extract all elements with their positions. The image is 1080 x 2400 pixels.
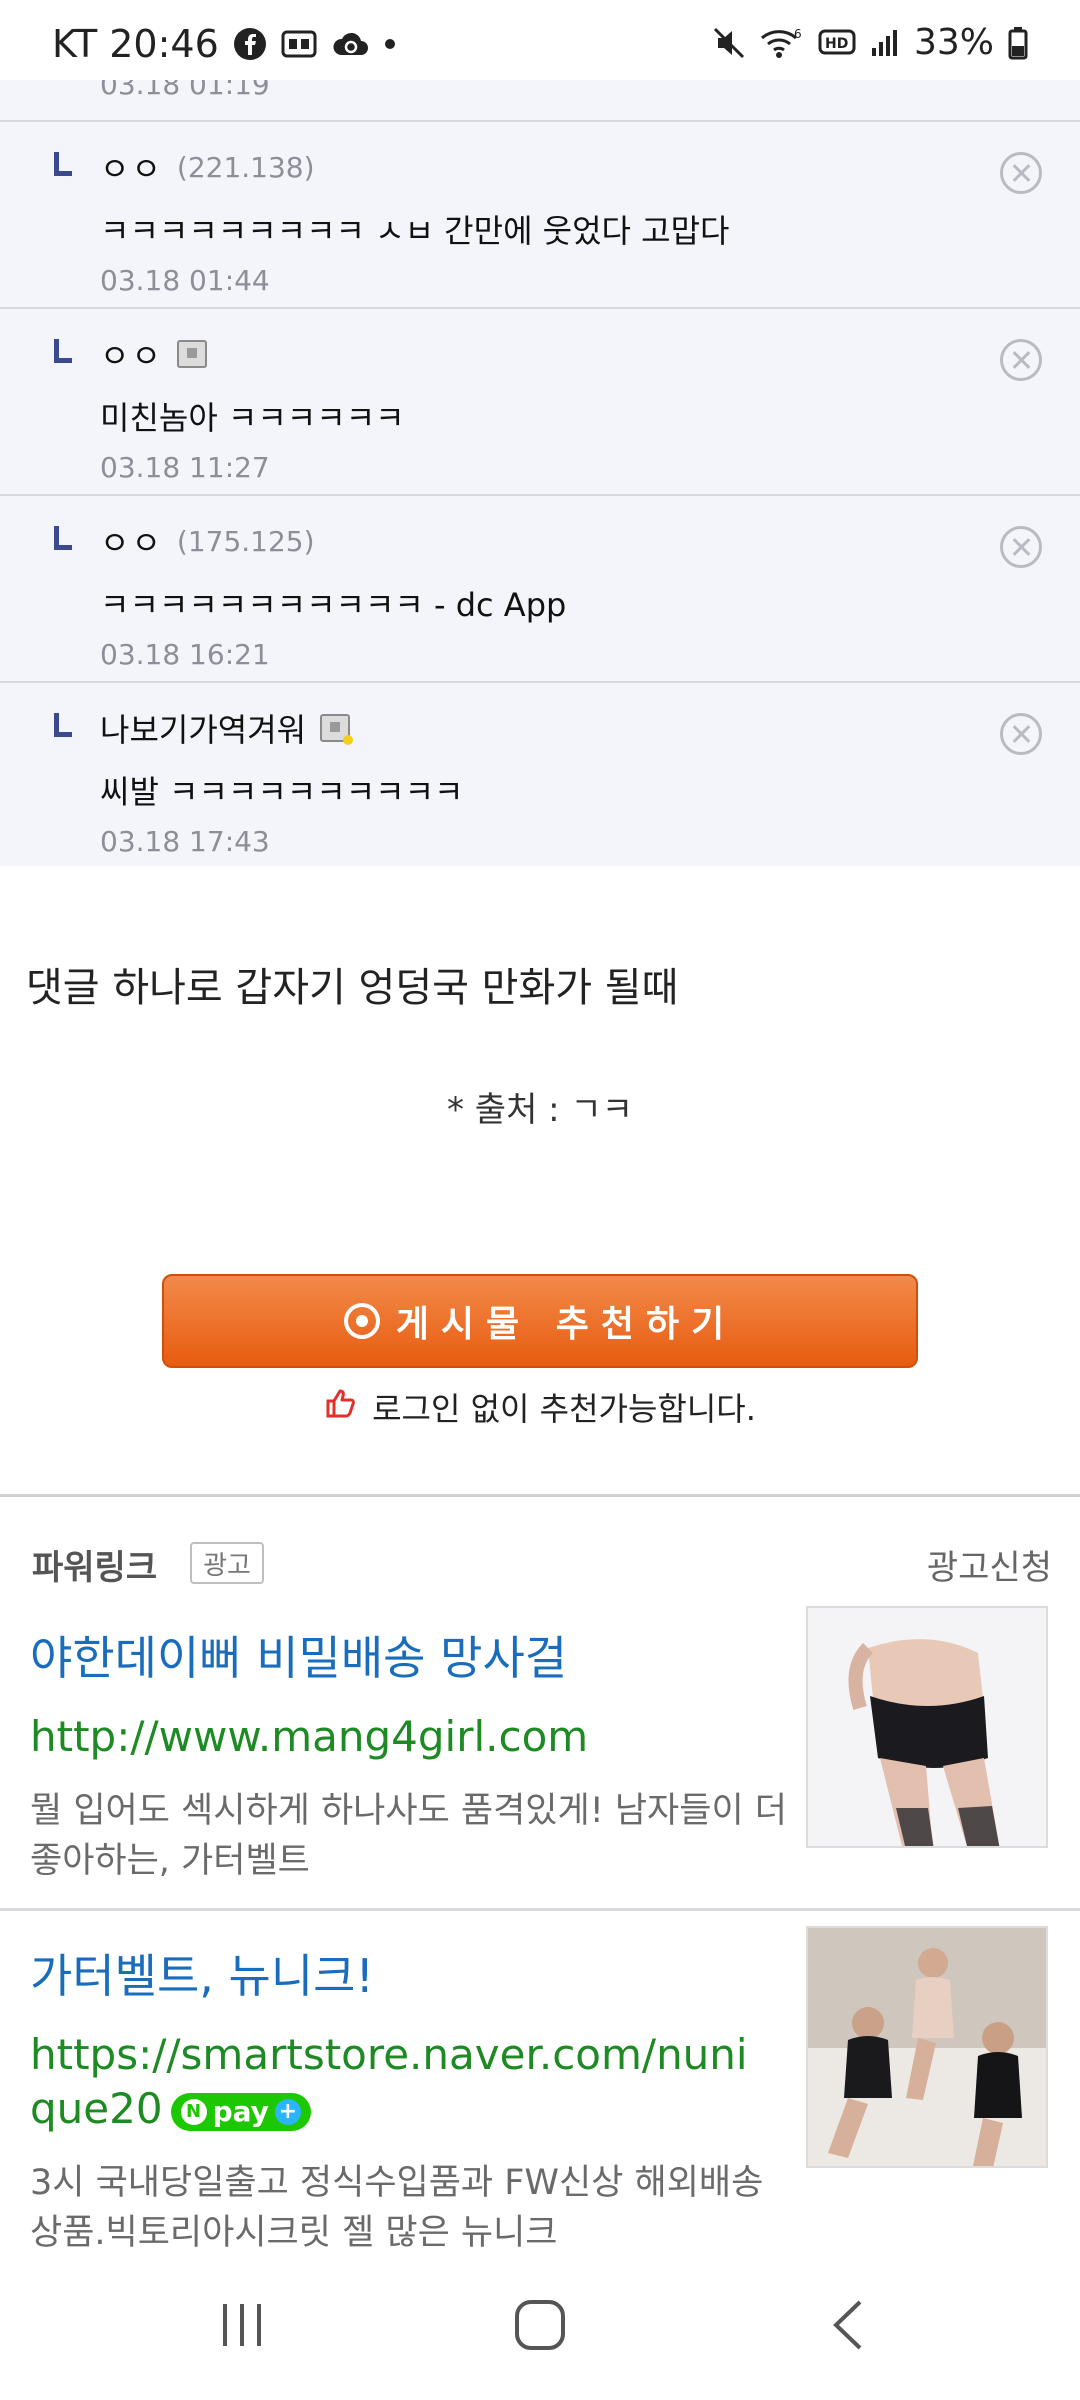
comment-date: 03.18 17:43 bbox=[100, 825, 270, 858]
comment-text: 씨발 ㅋㅋㅋㅋㅋㅋㅋㅋㅋㅋ bbox=[100, 773, 464, 811]
ad-apply-link[interactable]: 광고신청 bbox=[927, 1540, 1052, 1589]
facebook-icon bbox=[233, 27, 267, 61]
hd-icon: HD bbox=[818, 28, 856, 58]
comment-date: 03.18 11:27 bbox=[100, 451, 270, 484]
recommend-button[interactable]: 게시물 추천하기 bbox=[162, 1274, 918, 1368]
ad-separator bbox=[0, 1908, 1080, 1911]
comment-reply: ㅇㅇ 미친놈아 ㅋㅋㅋㅋㅋㅋ 03.18 11:27 bbox=[0, 309, 1080, 496]
comment-date: 03.18 01:44 bbox=[100, 264, 270, 297]
recommend-note-text: 로그인 없이 추천가능합니다. bbox=[372, 1390, 756, 1428]
sim-card-icon bbox=[281, 29, 317, 59]
recommend-button-label: 게시물 추천하기 bbox=[395, 1304, 737, 1345]
member-badge-icon bbox=[320, 714, 354, 745]
ad-thumbnail-image[interactable] bbox=[806, 1606, 1048, 1848]
reply-arrow-icon bbox=[54, 339, 72, 363]
comment-author[interactable]: ㅇㅇ bbox=[100, 331, 163, 377]
ad-description: 3시 국내당일출고 정식수입품과 FW신상 해외배송상품.빅토리아시크릿 젤 많… bbox=[30, 2163, 764, 2253]
ad-url[interactable]: https://smartstore.naver.com/nunique20 Np… bbox=[30, 2028, 770, 2136]
cloud-sync-icon bbox=[331, 29, 369, 59]
reply-arrow-icon bbox=[54, 713, 72, 737]
status-bar: KT 20:46 6 HD 33% bbox=[0, 0, 1080, 80]
ad-url-text[interactable]: https://smartstore.naver.com/nunique20 bbox=[30, 2030, 748, 2133]
comment-date: 03.18 16:21 bbox=[100, 638, 270, 671]
delete-comment-icon[interactable] bbox=[1000, 713, 1042, 755]
npay-plus-icon: + bbox=[274, 2098, 301, 2125]
comment-list: 03.18 01:19 ㅇㅇ (221.138) ㅋㅋㅋㅋㅋㅋㅋㅋㅋ ㅅㅂ 간만… bbox=[0, 80, 1080, 866]
comment-author[interactable]: 나보기가역겨워 bbox=[100, 705, 306, 751]
ad-title[interactable]: 가터벨트, 뉴니크! bbox=[30, 1940, 374, 2006]
wifi-6-icon: 6 bbox=[760, 26, 804, 60]
npay-n-icon: N bbox=[180, 2098, 207, 2125]
post-source: * 출처 : ㄱㅋ bbox=[447, 1090, 633, 1130]
comment-text: 미친놈아 ㅋㅋㅋㅋㅋㅋ bbox=[100, 399, 405, 437]
delete-comment-icon[interactable] bbox=[1000, 526, 1042, 568]
delete-comment-icon[interactable] bbox=[1000, 152, 1042, 194]
back-button[interactable] bbox=[808, 2290, 888, 2360]
ad-url[interactable]: http://www.mang4girl.com bbox=[30, 1710, 770, 1764]
member-badge-icon bbox=[176, 340, 207, 368]
npay-badge: Npay + bbox=[170, 2092, 311, 2131]
comment-ip: (221.138) bbox=[176, 150, 315, 184]
npay-label: pay bbox=[212, 2094, 269, 2128]
signal-icon bbox=[870, 28, 900, 58]
reply-arrow-icon bbox=[54, 152, 72, 176]
comment-author[interactable]: ㅇㅇ bbox=[100, 144, 163, 190]
ad-title[interactable]: 야한데이뻐 비밀배송 망사걸 bbox=[30, 1622, 567, 1688]
comment-reply: 나보기가역겨워 씨발 ㅋㅋㅋㅋㅋㅋㅋㅋㅋㅋ 03.18 17:43 bbox=[0, 683, 1080, 866]
home-button[interactable] bbox=[500, 2290, 580, 2360]
post-title: 댓글 하나로 갑자기 엉덩국 만화가 될때 bbox=[26, 965, 679, 1011]
svg-text:6: 6 bbox=[794, 27, 802, 41]
recent-apps-button[interactable] bbox=[202, 2290, 282, 2360]
ad-description: 뭘 입어도 섹시하게 하나사도 품격있게! 남자들이 더 좋아하는, 가터벨트 bbox=[30, 1791, 787, 1881]
recommend-icon bbox=[343, 1303, 380, 1339]
ad-thumbnail-image[interactable] bbox=[806, 1926, 1048, 2168]
comment-text: ㅋㅋㅋㅋㅋㅋㅋㅋㅋ ㅅㅂ 간만에 웃었다 고맙다 bbox=[100, 212, 730, 250]
thumbs-up-icon bbox=[324, 1386, 358, 1428]
navigation-bar bbox=[0, 2250, 1080, 2400]
battery-icon bbox=[1008, 26, 1028, 60]
comment-author[interactable]: ㅇㅇ bbox=[100, 518, 163, 564]
comment-ip: (175.125) bbox=[176, 524, 315, 558]
delete-comment-icon[interactable] bbox=[1000, 339, 1042, 381]
reply-arrow-icon bbox=[54, 526, 72, 550]
comment-reply: ㅇㅇ (221.138) ㅋㅋㅋㅋㅋㅋㅋㅋㅋ ㅅㅂ 간만에 웃었다 고맙다 03… bbox=[0, 122, 1080, 309]
comment-reply: ㅇㅇ (175.125) ㅋㅋㅋㅋㅋㅋㅋㅋㅋㅋㅋ - dc App 03.18 … bbox=[0, 496, 1080, 683]
dot-icon bbox=[383, 37, 397, 51]
svg-text:HD: HD bbox=[825, 36, 848, 52]
battery-percent: 33% bbox=[913, 22, 994, 63]
carrier-time: KT 20:46 bbox=[52, 22, 219, 66]
comment-date: 03.18 01:19 bbox=[100, 80, 270, 101]
section-divider bbox=[0, 1494, 1080, 1497]
comment-text: ㅋㅋㅋㅋㅋㅋㅋㅋㅋㅋㅋ - dc App bbox=[100, 586, 567, 624]
mute-icon bbox=[712, 26, 746, 60]
recommend-note: 로그인 없이 추천가능합니다. bbox=[0, 1384, 1080, 1430]
powerlink-title: 파워링크 bbox=[32, 1548, 158, 1588]
ad-badge: 광고 bbox=[190, 1542, 264, 1584]
